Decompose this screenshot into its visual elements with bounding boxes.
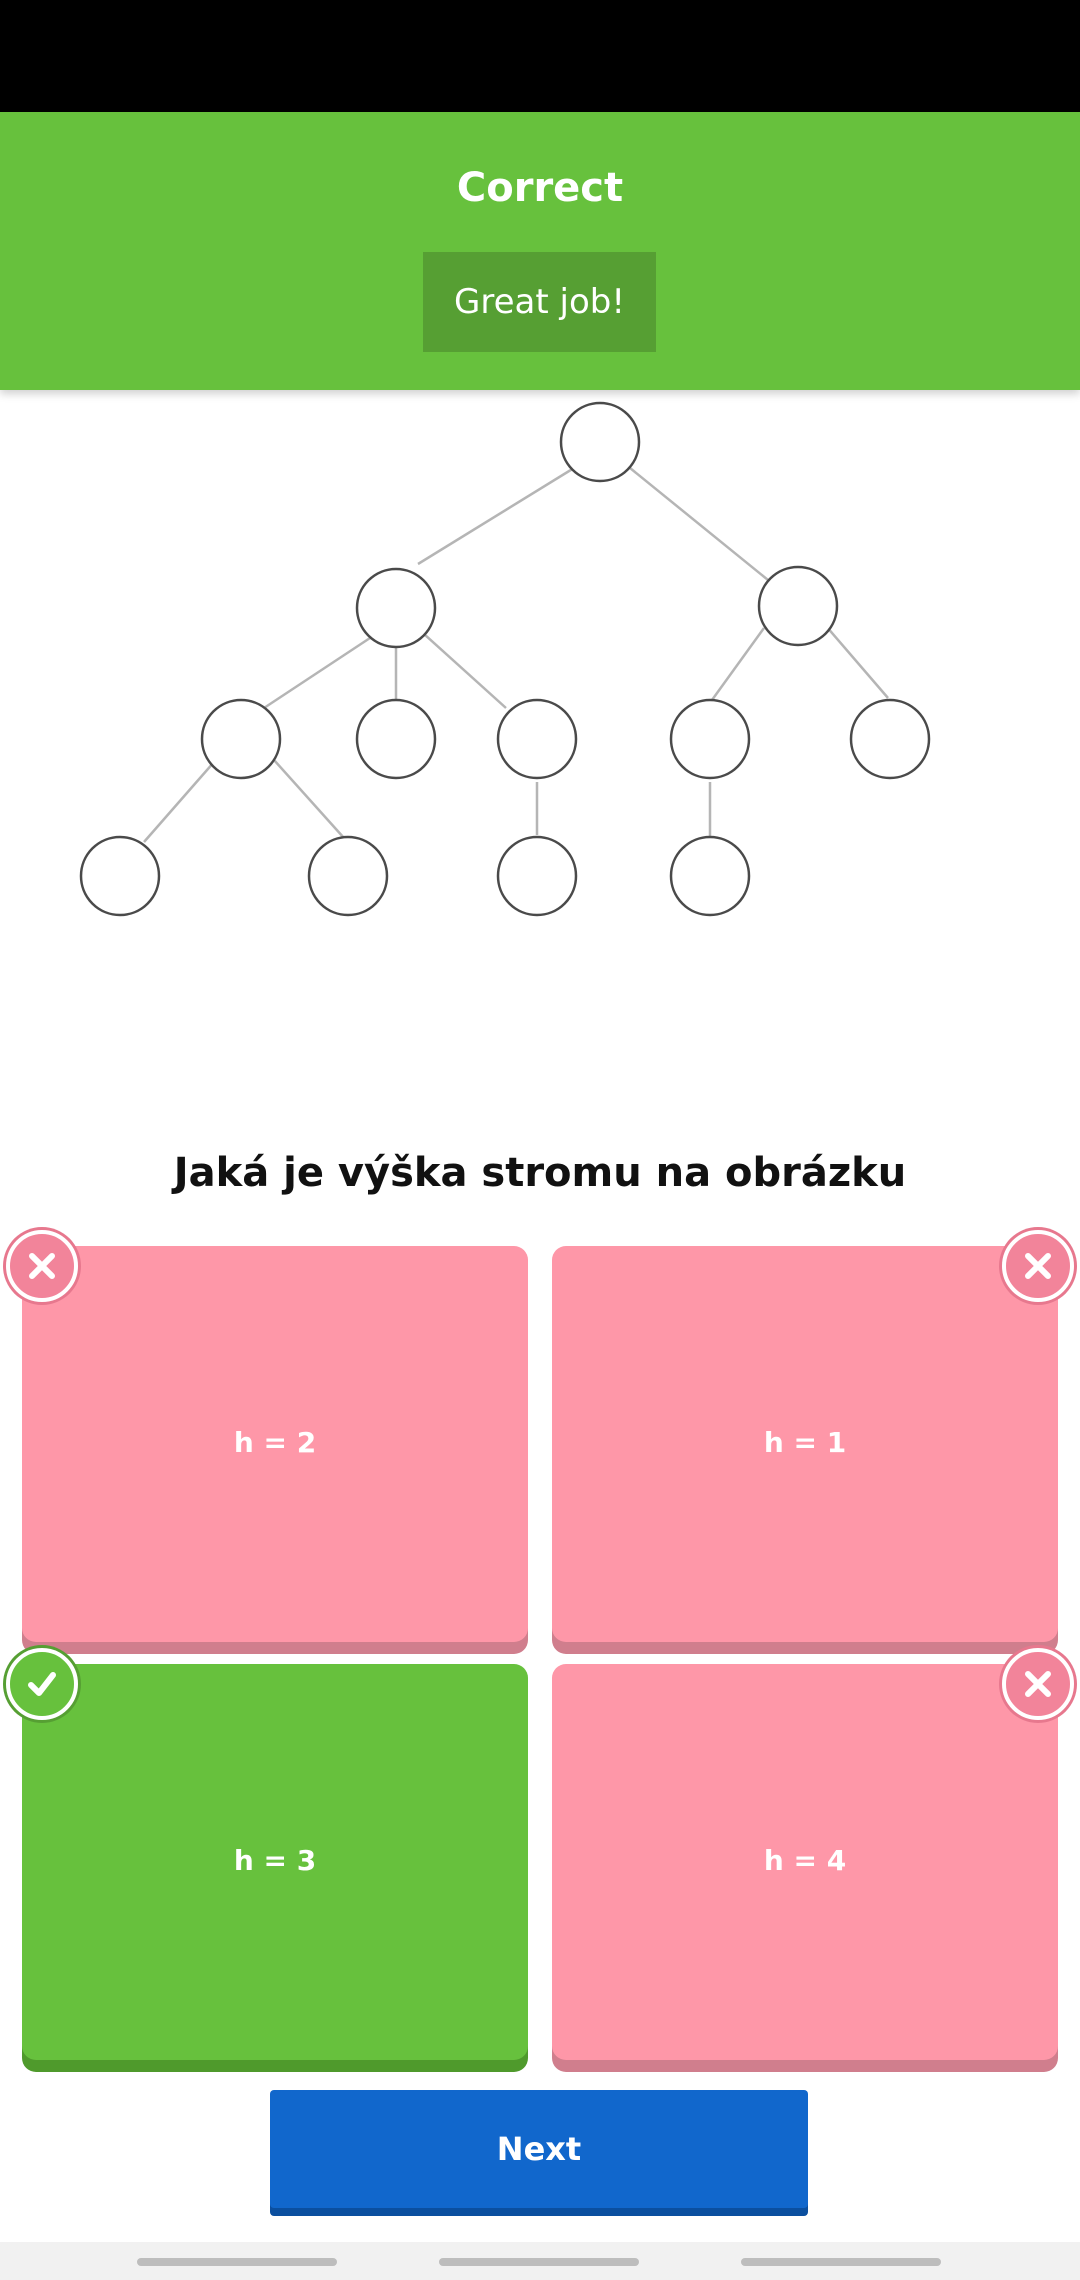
answer-option-4[interactable]: h = 4 <box>552 1664 1058 2060</box>
tree-node <box>559 401 641 483</box>
feedback-banner: Correct Great job! <box>0 112 1080 390</box>
feedback-message: Great job! <box>423 252 656 352</box>
tree-edge <box>825 625 889 699</box>
nav-home-button[interactable] <box>439 2258 639 2266</box>
tree-edge <box>143 761 215 843</box>
next-button-label: Next <box>496 2130 582 2168</box>
answer-option-1[interactable]: h = 2 <box>22 1246 528 1642</box>
nav-recents-button[interactable] <box>137 2258 337 2266</box>
x-icon <box>6 1230 78 1302</box>
x-icon <box>1002 1230 1074 1302</box>
tree-node <box>200 698 282 780</box>
tree-diagram <box>79 401 931 917</box>
tree-node <box>307 835 389 917</box>
answer-option-3[interactable]: h = 3 <box>22 1664 528 2060</box>
tree-node <box>496 698 578 780</box>
tree-edge <box>417 466 575 566</box>
tree-edge <box>273 759 345 839</box>
tree-edge <box>423 633 507 709</box>
tree-node <box>757 565 839 647</box>
answer-label: h = 4 <box>763 1843 847 1877</box>
answer-label: h = 2 <box>233 1425 317 1459</box>
answer-label: h = 3 <box>233 1843 317 1877</box>
tree-node <box>849 698 931 780</box>
tree-node <box>79 835 161 917</box>
answer-label: h = 1 <box>763 1425 847 1459</box>
tree-node <box>669 835 751 917</box>
answer-option-2[interactable]: h = 1 <box>552 1246 1058 1642</box>
question-text: Jaká je výška stromu na obrázku <box>173 1150 907 1196</box>
tree-edge <box>710 627 766 701</box>
navigation-bar <box>0 2242 1080 2280</box>
feedback-title: Correct <box>456 165 624 211</box>
tree-edge <box>629 467 769 581</box>
status-bar <box>0 0 1080 112</box>
tree-edge <box>263 636 371 710</box>
x-icon <box>1002 1648 1074 1720</box>
next-button[interactable]: Next <box>270 2090 808 2208</box>
tree-node <box>496 835 578 917</box>
nav-back-button[interactable] <box>741 2258 941 2266</box>
check-icon <box>6 1648 78 1720</box>
tree-node <box>355 567 437 649</box>
tree-node <box>355 698 437 780</box>
tree-node <box>669 698 751 780</box>
